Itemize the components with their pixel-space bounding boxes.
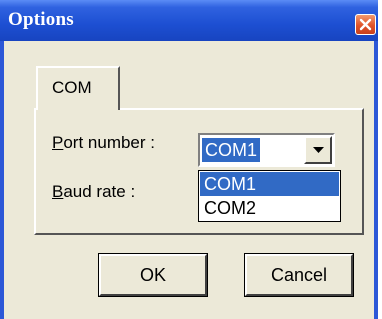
close-icon — [359, 18, 372, 31]
port-number-label: Port number : — [52, 133, 155, 153]
baud-rate-mnemonic: B — [52, 182, 64, 201]
window-title: Options — [8, 9, 74, 30]
dropdown-button[interactable] — [304, 136, 332, 164]
dropdown-option-com1[interactable]: COM1 — [200, 172, 339, 196]
port-number-mnemonic: P — [52, 133, 64, 152]
port-number-label-text: ort number : — [63, 133, 155, 152]
chevron-down-icon — [313, 147, 324, 153]
tab-com-label: COM — [52, 78, 92, 97]
ok-button[interactable]: OK — [98, 253, 208, 297]
port-number-value: COM1 — [202, 138, 261, 162]
baud-rate-label: Baud rate : — [52, 182, 135, 202]
title-bar[interactable]: Options — [0, 0, 378, 41]
close-button[interactable] — [355, 14, 376, 35]
tab-com[interactable]: COM — [36, 66, 120, 110]
cancel-button[interactable]: Cancel — [244, 253, 354, 297]
port-number-dropdown-list: COM1 COM2 — [198, 170, 341, 222]
port-number-select[interactable]: COM1 — [198, 133, 335, 167]
dropdown-option-com2[interactable]: COM2 — [200, 196, 339, 220]
baud-rate-label-text: aud rate : — [63, 182, 136, 201]
